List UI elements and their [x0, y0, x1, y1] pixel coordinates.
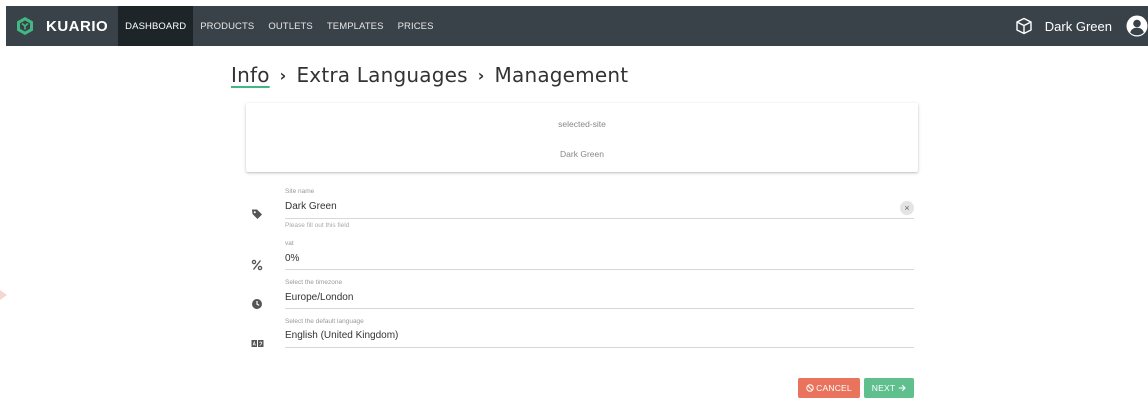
nav-item-dashboard[interactable]: DASHBOARD [118, 6, 194, 46]
timezone-field: Select the timezone Europe/London [246, 278, 914, 310]
selected-site-card: selected-site Dark Green [246, 103, 918, 172]
nav-item-templates[interactable]: TEMPLATES [320, 6, 391, 46]
cancel-label: CANCEL [816, 383, 852, 393]
nav-item-outlets[interactable]: OUTLETS [261, 6, 320, 46]
user-icon[interactable] [1126, 15, 1148, 37]
nav-item-products[interactable]: PRODUCTS [193, 6, 261, 46]
clock-icon [252, 299, 262, 309]
site-name-label: Site name [285, 188, 315, 195]
site-name-underline [285, 218, 914, 219]
vat-field: vat 0% [246, 239, 914, 271]
timezone-underline [285, 308, 914, 309]
arrow-right-icon [899, 384, 907, 392]
language-label: Select the default language [285, 318, 364, 325]
vat-input[interactable]: 0% [285, 253, 299, 264]
top-navbar: KUARIO DASHBOARD PRODUCTS OUTLETS TEMPLA… [6, 6, 1148, 46]
breadcrumb-management: Management [494, 63, 629, 87]
language-underline [285, 347, 914, 348]
breadcrumb-separator: › [279, 65, 287, 85]
site-name-input[interactable]: Dark Green [285, 201, 337, 212]
nav-menu: DASHBOARD PRODUCTS OUTLETS TEMPLATES PRI… [118, 6, 440, 46]
next-button[interactable]: NEXT [864, 378, 914, 398]
translate-icon [251, 340, 264, 347]
language-select[interactable]: English (United Kingdom) [285, 330, 398, 341]
edge-decoration [0, 290, 7, 300]
timezone-select[interactable]: Europe/London [285, 292, 353, 303]
vat-underline [285, 269, 914, 270]
brand[interactable]: KUARIO [6, 6, 118, 46]
vat-label: vat [285, 240, 294, 247]
next-label: NEXT [871, 383, 896, 393]
tag-icon [252, 209, 262, 219]
percent-icon [251, 259, 263, 271]
block-icon [806, 384, 814, 392]
kuario-logo-icon [17, 17, 33, 35]
breadcrumb: Info › Extra Languages › Management [231, 62, 628, 88]
nav-item-prices[interactable]: PRICES [391, 6, 441, 46]
selected-site-key: selected-site [558, 119, 606, 129]
language-field: Select the default language English (Uni… [246, 317, 914, 349]
close-icon: × [904, 203, 910, 213]
timezone-label: Select the timezone [285, 279, 343, 286]
site-name-hint: Please fill out this field [285, 222, 350, 229]
site-name-field: Site name Dark Green × Please fill out t… [246, 187, 914, 233]
nav-right: Dark Green [1015, 6, 1148, 46]
selected-site-value: Dark Green [560, 149, 604, 159]
brand-name: KUARIO [46, 17, 109, 35]
breadcrumb-extra-languages: Extra Languages [296, 63, 468, 87]
current-site-label[interactable]: Dark Green [1045, 19, 1112, 34]
breadcrumb-separator: › [477, 65, 485, 85]
breadcrumb-info[interactable]: Info [231, 63, 270, 87]
clear-site-name-button[interactable]: × [900, 201, 914, 215]
cube-icon[interactable] [1015, 17, 1033, 35]
cancel-button[interactable]: CANCEL [798, 378, 860, 398]
